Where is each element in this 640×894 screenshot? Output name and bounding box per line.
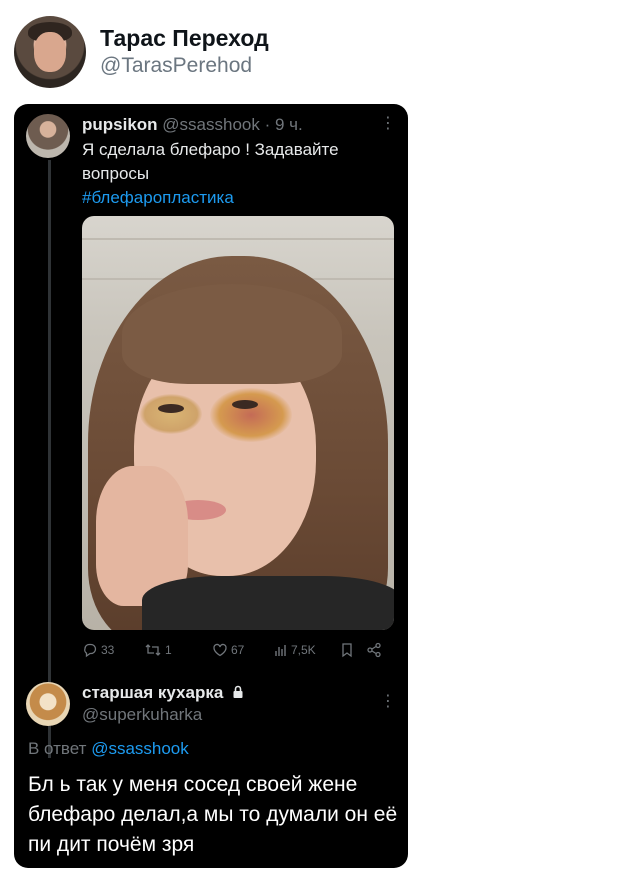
outer-author: Тарас Переход @TarasPerehod — [100, 24, 269, 80]
embedded-screenshot: pupsikon @ssasshook · 9 ч. ⋮ Я сделала б… — [14, 104, 408, 868]
share-button[interactable] — [366, 642, 382, 658]
reply-prefix: В ответ — [28, 739, 87, 758]
tweet1-hashtag[interactable]: #блефаропластика — [82, 186, 234, 210]
tweet2-avatar[interactable] — [26, 682, 70, 726]
reply-icon — [84, 643, 97, 658]
tweet1-photo[interactable] — [82, 216, 394, 630]
views-count: 7,5K — [291, 643, 316, 657]
avatar[interactable] — [14, 16, 86, 88]
retweet-icon — [145, 644, 161, 656]
avatar-face — [34, 32, 66, 72]
tweet1-meta[interactable]: @ssasshook · 9 ч. — [162, 115, 302, 134]
tweet2-author: старшая кухарка — [82, 682, 244, 704]
tweet1-author-name[interactable]: pupsikon — [82, 115, 158, 134]
share-icon — [367, 642, 381, 658]
views-button[interactable]: 7,5K — [274, 642, 316, 658]
photo-eye-left — [158, 404, 184, 413]
photo-eye-right — [232, 400, 258, 409]
like-icon — [213, 643, 227, 657]
tweet2-handle[interactable]: @superkuharka — [82, 704, 202, 726]
lock-icon — [233, 685, 243, 698]
reply-count: 33 — [101, 643, 115, 657]
retweet-count: 1 — [165, 643, 172, 657]
outer-header: Тарас Переход @TarasPerehod — [14, 16, 269, 88]
like-button[interactable]: 67 — [212, 642, 244, 658]
bookmark-button[interactable] — [340, 642, 354, 658]
author-handle[interactable]: @TarasPerehod — [100, 52, 269, 80]
thread-line — [48, 160, 51, 758]
more-icon[interactable]: ⋮ — [380, 116, 396, 132]
reply-context: В ответ @ssasshook — [28, 738, 189, 760]
bookmark-icon — [342, 643, 352, 658]
tweet1-avatar[interactable] — [26, 114, 70, 158]
tweet1-text: Я сделала блефаро ! Задавайте вопросы — [82, 140, 339, 183]
ceiling-line — [82, 238, 394, 240]
tweet2-author-name[interactable]: старшая кухарка — [82, 683, 223, 702]
views-icon — [275, 645, 286, 656]
photo-bruise-left — [140, 394, 202, 434]
more-icon[interactable]: ⋮ — [380, 694, 396, 710]
retweet-button[interactable]: 1 — [144, 642, 172, 658]
reply-button[interactable]: 33 — [82, 642, 114, 658]
tweet1-actions: 33 1 67 7,5K — [82, 642, 394, 662]
like-count: 67 — [231, 643, 245, 657]
tweet2-text: Бл ь так у меня сосед своей жене блефаро… — [28, 773, 398, 856]
tweet1-header: pupsikon @ssasshook · 9 ч. — [82, 114, 303, 136]
photo-shirt — [142, 576, 394, 630]
photo-bangs — [122, 284, 342, 384]
photo-bruise-right — [210, 388, 292, 442]
reply-mention[interactable]: @ssasshook — [91, 739, 189, 758]
author-name[interactable]: Тарас Переход — [100, 24, 269, 52]
